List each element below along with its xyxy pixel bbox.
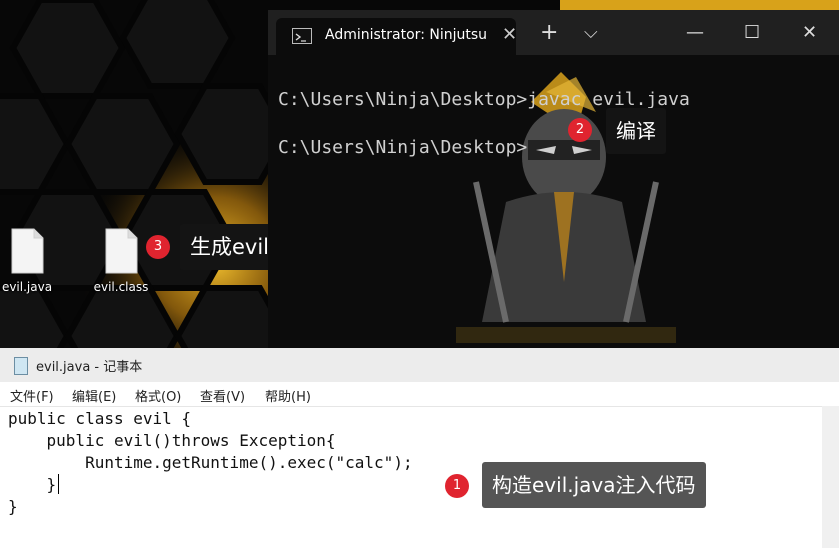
maximize-button[interactable]: ☐ <box>744 22 760 43</box>
menu-view[interactable]: 查看(V) <box>200 386 245 405</box>
notepad-window[interactable]: evil.java - 记事本 文件(F) 编辑(E) 格式(O) 查看(V) … <box>0 348 839 548</box>
menu-edit[interactable]: 编辑(E) <box>72 386 116 405</box>
close-button[interactable]: ✕ <box>802 22 817 43</box>
tab-close-icon[interactable]: ✕ <box>502 24 517 45</box>
notepad-menubar: 文件(F) 编辑(E) 格式(O) 查看(V) 帮助(H) <box>0 382 839 407</box>
menu-file[interactable]: 文件(F) <box>10 386 54 405</box>
menu-help[interactable]: 帮助(H) <box>265 386 311 405</box>
vertical-scrollbar[interactable] <box>822 406 839 548</box>
terminal-icon <box>292 28 312 44</box>
code-line: public class evil { <box>8 409 192 428</box>
text-cursor <box>58 474 59 494</box>
menu-format[interactable]: 格式(O) <box>135 386 181 405</box>
terminal-tab[interactable]: Administrator: Ninjutsu ✕ <box>276 18 517 55</box>
step-badge-1: 1 <box>445 474 469 498</box>
notepad-icon <box>14 357 28 375</box>
code-line: } <box>8 497 18 516</box>
minimize-button[interactable]: — <box>686 22 704 43</box>
step-badge-2: 2 <box>568 118 592 142</box>
callout-compile: 编译 <box>606 108 666 154</box>
terminal-titlebar[interactable]: Administrator: Ninjutsu ✕ + ⌵ — ☐ ✕ <box>268 10 839 55</box>
desktop-file-evil-class[interactable]: evil.class <box>86 228 156 294</box>
terminal-tab-title: Administrator: Ninjutsu <box>325 27 488 43</box>
new-tab-button[interactable]: + <box>540 20 558 45</box>
callout-construct-java: 构造evil.java注入代码 <box>482 462 706 508</box>
notepad-text-area[interactable]: public class evil { public evil()throws … <box>8 408 413 518</box>
file-label: evil.class <box>93 280 149 294</box>
notepad-title: evil.java - 记事本 <box>36 360 143 375</box>
step-badge-3: 3 <box>146 235 170 259</box>
terminal-window[interactable]: Administrator: Ninjutsu ✕ + ⌵ — ☐ ✕ C:\U… <box>268 10 839 348</box>
code-line: public evil()throws Exception{ <box>8 431 336 450</box>
notepad-titlebar[interactable]: evil.java - 记事本 <box>0 348 839 382</box>
file-icon <box>10 228 44 274</box>
desktop-file-evil-java[interactable]: evil.java <box>0 228 62 294</box>
tab-dropdown-icon[interactable]: ⌵ <box>584 22 598 43</box>
file-icon <box>104 228 138 274</box>
code-line: } <box>8 475 57 494</box>
code-line: Runtime.getRuntime().exec("calc"); <box>8 453 413 472</box>
file-label: evil.java <box>1 280 53 294</box>
